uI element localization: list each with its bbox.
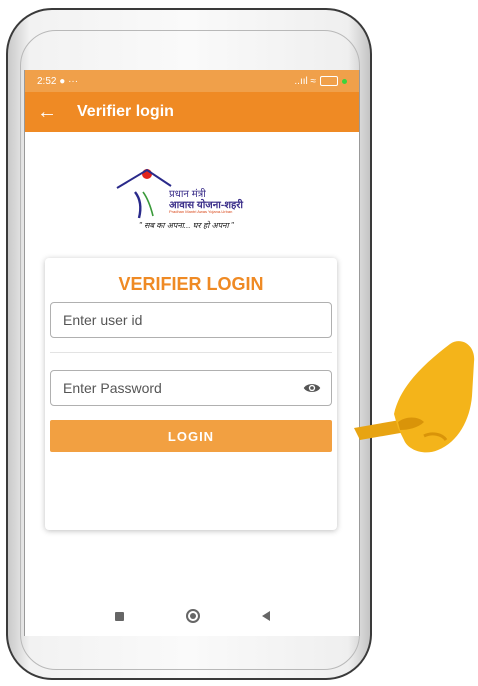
- pointing-hand-icon: [354, 341, 475, 453]
- back-triangle-icon[interactable]: [261, 611, 270, 621]
- login-card: VERIFIER LOGIN LOGIN: [45, 258, 337, 530]
- user-id-input[interactable]: [51, 312, 331, 328]
- arrow-left-icon[interactable]: ←: [37, 102, 63, 122]
- status-time: 2:52 ● ···: [37, 75, 79, 87]
- password-field[interactable]: [50, 370, 332, 406]
- app-bar: ← Verifier login: [25, 92, 359, 132]
- home-circle-icon[interactable]: [185, 609, 200, 623]
- status-bar: 2:52 ● ··· ..ııl ≈: [25, 70, 359, 92]
- phone-screen: 2:52 ● ··· ..ııl ≈ ← Verifier login प्रध…: [24, 70, 360, 636]
- system-nav-bar: [25, 596, 359, 636]
- status-icons: ..ııl ≈: [294, 76, 347, 87]
- eye-icon[interactable]: [303, 379, 321, 397]
- password-input[interactable]: [51, 380, 303, 396]
- login-button[interactable]: LOGIN: [50, 420, 332, 452]
- logo-tagline: " सब का अपना... घर हो अपना ": [139, 221, 234, 230]
- indicator-dot-icon: [342, 78, 347, 84]
- signal-icon: ..ııl ≈: [294, 75, 316, 87]
- battery-icon: [320, 76, 338, 86]
- field-divider: [50, 352, 332, 353]
- logo-text-line3: Pradhan Mantri Awas Yojana-Urban: [169, 209, 233, 214]
- app-title: Verifier login: [77, 103, 174, 120]
- user-id-field[interactable]: [50, 302, 332, 338]
- house-logo-icon: [116, 168, 172, 219]
- recents-square-icon[interactable]: [114, 611, 124, 621]
- login-card-title: VERIFIER LOGIN: [118, 274, 264, 294]
- pmay-logo: प्रधान मंत्री आवास योजना-शहरी Pradhan Ma…: [113, 164, 273, 234]
